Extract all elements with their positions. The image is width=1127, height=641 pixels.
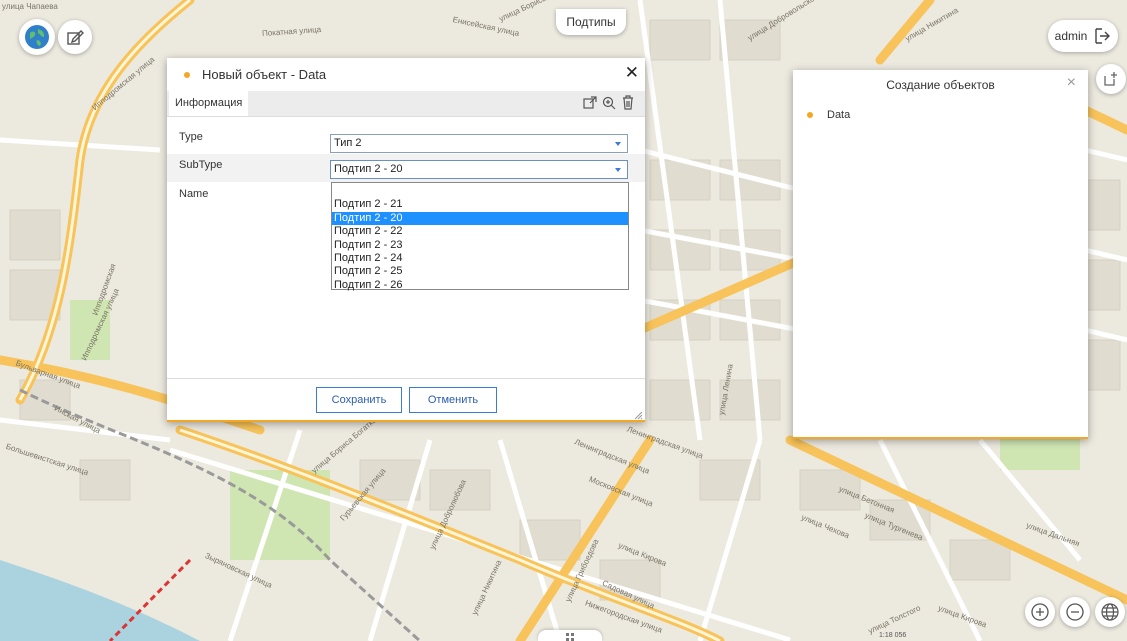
dropdown-option[interactable]: Подтип 2 - 24	[332, 252, 628, 265]
dialog-footer-divider	[167, 378, 645, 379]
dropdown-option[interactable]: Подтип 2 - 22	[332, 225, 628, 238]
dropdown-option[interactable]: Подтип 2 - 21	[332, 198, 628, 211]
dialog-title: Новый объект - Data	[202, 67, 327, 82]
basemap-globe-button[interactable]	[19, 19, 55, 55]
pick-geometry-icon[interactable]	[583, 96, 597, 110]
subtype-dropdown-list[interactable]: Подтип 2 - 21 Подтип 2 - 20 Подтип 2 - 2…	[331, 182, 629, 292]
name-label: Name	[179, 188, 209, 200]
save-button[interactable]: Сохранить	[316, 387, 402, 413]
type-select-value: Тип 2	[334, 137, 362, 149]
new-object-dialog: Новый объект - Data ✕ Информация Type Ти…	[167, 58, 645, 422]
dialog-header: Новый объект - Data ✕	[167, 58, 645, 92]
add-feature-button[interactable]	[1096, 64, 1126, 94]
user-menu[interactable]: admin	[1048, 20, 1118, 52]
add-feature-icon	[1104, 72, 1117, 86]
zoom-to-icon[interactable]	[602, 96, 616, 110]
username: admin	[1054, 29, 1088, 43]
type-select[interactable]: Тип 2	[330, 134, 628, 153]
tab-info[interactable]: Информация	[169, 91, 249, 116]
create-objects-panel: Создание объектов × Data	[793, 70, 1088, 439]
world-icon	[1101, 603, 1119, 621]
grid-icon	[566, 633, 574, 641]
subtype-select-value: Подтип 2 - 20	[334, 163, 403, 175]
template-item-label: Data	[827, 109, 851, 121]
chevron-down-icon	[615, 168, 621, 172]
subtype-label: SubType	[179, 159, 223, 171]
subtypes-tab-label: Подтипы	[566, 15, 616, 29]
template-marker-icon	[807, 112, 813, 118]
panel-title: Создание объектов	[886, 78, 995, 92]
row-type: Type Тип 2	[167, 126, 645, 154]
dropdown-option-selected[interactable]: Подтип 2 - 20	[332, 211, 628, 226]
dropdown-option[interactable]: Подтип 2 - 25	[332, 265, 628, 278]
trash-icon[interactable]	[622, 95, 634, 110]
subtypes-tab[interactable]: Подтипы	[556, 9, 626, 35]
full-extent-button[interactable]	[1095, 597, 1125, 627]
tab-info-label: Информация	[175, 97, 243, 109]
tab-bar: Информация	[167, 91, 645, 117]
dropdown-option[interactable]: Подтип 2 - 26	[332, 279, 628, 292]
edit-layer-icon	[67, 30, 84, 45]
object-type-marker-icon	[184, 72, 190, 78]
close-icon[interactable]: ✕	[625, 63, 639, 83]
zoom-in-button[interactable]	[1025, 597, 1055, 627]
subtype-select[interactable]: Подтип 2 - 20	[330, 160, 628, 179]
cancel-button-label: Отменить	[427, 394, 479, 406]
panel-close-icon[interactable]: ×	[1067, 74, 1076, 92]
edit-layer-button[interactable]	[58, 20, 92, 54]
logout-icon[interactable]	[1093, 27, 1111, 45]
dialog-accent-border	[167, 420, 645, 422]
zoom-out-icon	[1066, 603, 1084, 621]
bottom-panel-toggle[interactable]	[538, 630, 602, 641]
template-item-data[interactable]: Data	[807, 107, 850, 123]
globe-icon	[25, 25, 49, 49]
chevron-down-icon	[615, 142, 621, 146]
panel-accent-border	[793, 437, 1088, 439]
resize-handle-icon[interactable]	[633, 410, 643, 420]
map-scale: 1:18 056	[879, 632, 907, 639]
save-button-label: Сохранить	[331, 394, 387, 406]
cancel-button[interactable]: Отменить	[409, 387, 497, 413]
dropdown-option[interactable]	[332, 185, 628, 198]
row-subtype: SubType Подтип 2 - 20	[167, 154, 645, 182]
zoom-out-button[interactable]	[1060, 597, 1090, 627]
dropdown-option[interactable]: Подтип 2 - 23	[332, 239, 628, 252]
zoom-in-icon	[1031, 603, 1049, 621]
type-label: Type	[179, 131, 203, 143]
